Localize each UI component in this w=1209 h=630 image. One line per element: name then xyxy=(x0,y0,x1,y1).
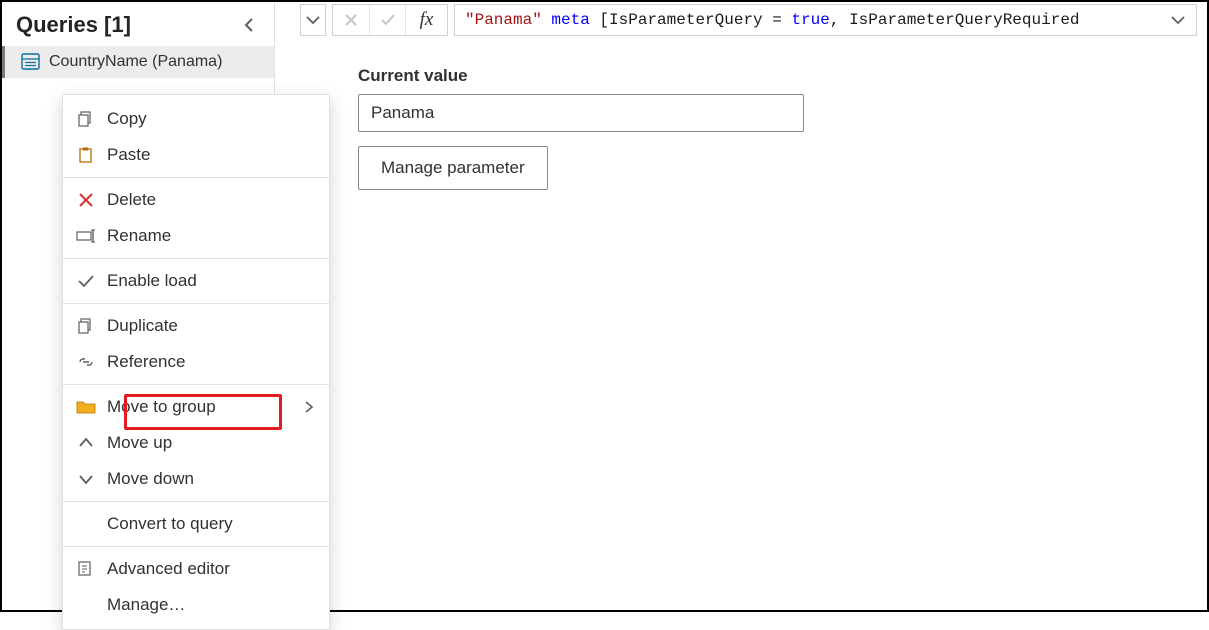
duplicate-icon xyxy=(73,315,99,337)
current-value-input[interactable] xyxy=(358,94,804,132)
manage-parameter-button[interactable]: Manage parameter xyxy=(358,146,548,190)
menu-duplicate-label: Duplicate xyxy=(107,316,317,336)
copy-icon xyxy=(73,108,99,130)
blank-icon xyxy=(73,513,99,535)
menu-paste-label: Paste xyxy=(107,145,317,165)
menu-move-down-label: Move down xyxy=(107,469,317,489)
menu-delete[interactable]: Delete xyxy=(63,182,329,218)
formula-keyword-meta: meta xyxy=(551,11,589,29)
menu-enable-load[interactable]: Enable load xyxy=(63,263,329,299)
chevron-up-icon xyxy=(73,432,99,454)
menu-manage-label: Manage… xyxy=(107,595,317,615)
menu-move-up-label: Move up xyxy=(107,433,317,453)
formula-text-1: [IsParameterQuery = xyxy=(590,11,792,29)
formula-code: "Panama" meta [IsParameterQuery = true, … xyxy=(465,11,1080,29)
menu-move-down[interactable]: Move down xyxy=(63,461,329,497)
menu-advanced-editor[interactable]: Advanced editor xyxy=(63,551,329,587)
formula-text-2: , IsParameterQueryRequired xyxy=(830,11,1080,29)
menu-move-to-group-label: Move to group xyxy=(107,397,293,417)
menu-separator xyxy=(63,303,329,304)
menu-duplicate[interactable]: Duplicate xyxy=(63,308,329,344)
formula-expand-button[interactable] xyxy=(1168,15,1188,25)
menu-separator xyxy=(63,546,329,547)
chevron-right-icon xyxy=(301,401,317,413)
current-value-label: Current value xyxy=(358,66,804,86)
menu-delete-label: Delete xyxy=(107,190,317,210)
collapse-queries-button[interactable] xyxy=(240,15,260,35)
fx-label: fx xyxy=(420,9,434,31)
formula-bar[interactable]: "Panama" meta [IsParameterQuery = true, … xyxy=(454,4,1197,36)
cancel-formula-button[interactable] xyxy=(333,5,369,35)
menu-move-to-group[interactable]: Move to group xyxy=(63,389,329,425)
menu-paste[interactable]: Paste xyxy=(63,137,329,173)
menu-separator xyxy=(63,258,329,259)
formula-row: fx "Panama" meta [IsParameterQuery = tru… xyxy=(300,4,1197,36)
menu-copy-label: Copy xyxy=(107,109,317,129)
formula-dropdown-button[interactable] xyxy=(300,4,326,36)
formula-string: "Panama" xyxy=(465,11,542,29)
parameter-icon xyxy=(21,52,41,72)
menu-advanced-editor-label: Advanced editor xyxy=(107,559,317,579)
blank-icon xyxy=(73,594,99,616)
menu-copy[interactable]: Copy xyxy=(63,101,329,137)
menu-separator xyxy=(63,384,329,385)
menu-reference[interactable]: Reference xyxy=(63,344,329,380)
menu-move-up[interactable]: Move up xyxy=(63,425,329,461)
query-context-menu: Copy Paste Delete Rename Enable load Dup… xyxy=(62,94,330,630)
current-value-section: Current value Manage parameter xyxy=(358,66,804,190)
menu-rename-label: Rename xyxy=(107,226,317,246)
chevron-down-icon xyxy=(73,468,99,490)
menu-rename[interactable]: Rename xyxy=(63,218,329,254)
commit-formula-button[interactable] xyxy=(369,5,405,35)
fx-button[interactable]: fx xyxy=(405,5,447,35)
menu-separator xyxy=(63,501,329,502)
folder-icon xyxy=(73,396,99,418)
menu-manage[interactable]: Manage… xyxy=(63,587,329,623)
formula-keyword-true: true xyxy=(791,11,829,29)
query-item-label: CountryName (Panama) xyxy=(49,53,222,71)
advanced-editor-icon xyxy=(73,558,99,580)
menu-convert-to-query[interactable]: Convert to query xyxy=(63,506,329,542)
reference-icon xyxy=(73,351,99,373)
queries-header: Queries [1] xyxy=(2,2,274,46)
formula-actions-group: fx xyxy=(332,4,448,36)
menu-reference-label: Reference xyxy=(107,352,317,372)
query-item-countryname[interactable]: CountryName (Panama) xyxy=(2,46,274,78)
paste-icon xyxy=(73,144,99,166)
checkmark-icon xyxy=(73,270,99,292)
menu-separator xyxy=(63,177,329,178)
menu-convert-to-query-label: Convert to query xyxy=(107,514,317,534)
delete-icon xyxy=(73,189,99,211)
queries-title: Queries [1] xyxy=(16,12,131,38)
rename-icon xyxy=(73,225,99,247)
menu-enable-load-label: Enable load xyxy=(107,271,317,291)
